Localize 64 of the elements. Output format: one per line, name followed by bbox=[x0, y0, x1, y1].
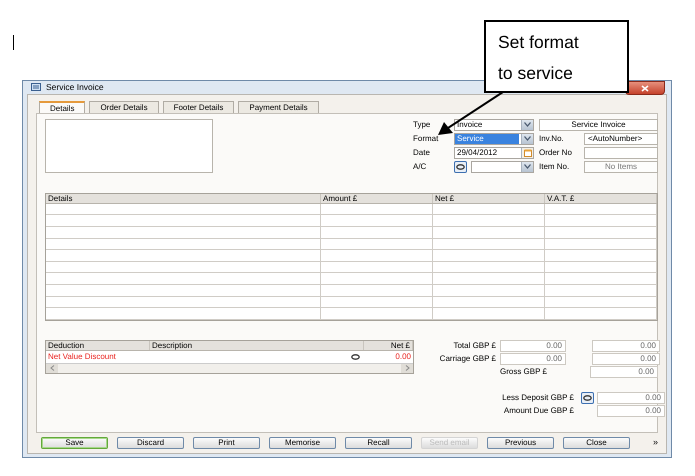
field-label: Date bbox=[413, 146, 431, 159]
text-field[interactable] bbox=[584, 146, 658, 159]
text-field[interactable]: <AutoNumber> bbox=[584, 132, 658, 145]
button[interactable]: Previous bbox=[487, 436, 554, 449]
horizontal-scrollbar[interactable] bbox=[46, 362, 413, 373]
field-label: A/C bbox=[413, 160, 428, 173]
amount-field: 0.00 bbox=[500, 340, 566, 352]
overflow-icon[interactable]: » bbox=[653, 436, 658, 450]
field-label: Inv.No. bbox=[539, 132, 565, 145]
amount-field: 0.00 bbox=[597, 405, 665, 418]
calendar-button[interactable] bbox=[521, 148, 533, 158]
column-header: Description bbox=[150, 340, 364, 350]
column-header: Net £ bbox=[433, 194, 545, 203]
window-icon bbox=[31, 83, 41, 92]
text-cursor bbox=[13, 35, 14, 50]
field-label: Type bbox=[413, 118, 432, 131]
column-header: V.A.T. £ bbox=[545, 194, 657, 203]
invoice-type-field: Service Invoice bbox=[539, 118, 658, 131]
button[interactable]: Close bbox=[563, 436, 630, 449]
total-label: Gross GBP £ bbox=[500, 366, 548, 378]
column-header: Details bbox=[46, 194, 321, 203]
amount-field: 0.00 bbox=[592, 340, 660, 352]
button[interactable]: Save bbox=[41, 436, 108, 449]
scroll-left-icon[interactable] bbox=[50, 364, 54, 371]
callout-text: Set format to service bbox=[484, 20, 629, 93]
dropdown-button[interactable] bbox=[521, 120, 533, 130]
lookup-button[interactable] bbox=[454, 160, 467, 173]
amount-field: 0.00 bbox=[590, 366, 658, 378]
button[interactable]: Recall bbox=[345, 436, 412, 449]
window-title: Service Invoice bbox=[46, 81, 104, 94]
field-label: Order No bbox=[539, 146, 573, 159]
tab[interactable]: Payment Details bbox=[238, 100, 319, 113]
field-label: Format bbox=[413, 132, 440, 145]
dropdown-button[interactable] bbox=[521, 134, 533, 144]
column-header: Deduction bbox=[46, 340, 150, 350]
tab[interactable]: Footer Details bbox=[162, 100, 234, 113]
close-button[interactable] bbox=[625, 81, 665, 95]
date-field[interactable]: 29/04/2012 bbox=[454, 146, 534, 159]
table-cell-text: 0.00 bbox=[394, 350, 412, 363]
total-label: Total GBP £ bbox=[452, 340, 497, 352]
dropdown-field[interactable]: Service bbox=[454, 132, 534, 145]
total-label: Amount Due GBP £ bbox=[502, 405, 575, 418]
tab[interactable]: Details bbox=[39, 100, 86, 114]
close-icon bbox=[641, 84, 649, 92]
table-cell-text: Net Value Discount bbox=[47, 350, 117, 363]
dropdown-field[interactable] bbox=[471, 160, 534, 173]
lookup-icon[interactable] bbox=[351, 354, 360, 360]
button[interactable]: Print bbox=[193, 436, 260, 449]
amount-field: 0.00 bbox=[592, 353, 660, 366]
scroll-right-icon[interactable] bbox=[404, 364, 410, 371]
total-label: Carriage GBP £ bbox=[438, 353, 497, 366]
amount-field: 0.00 bbox=[597, 392, 665, 404]
arrow bbox=[438, 91, 504, 135]
button[interactable]: Memorise bbox=[269, 436, 336, 449]
column-header: Amount £ bbox=[321, 194, 433, 203]
total-label: Less Deposit GBP £ bbox=[501, 392, 575, 404]
lookup-button[interactable] bbox=[581, 392, 594, 404]
amount-field: 0.00 bbox=[500, 353, 566, 366]
dropdown-field[interactable]: Invoice bbox=[454, 118, 534, 131]
column-header: Net £ bbox=[364, 340, 413, 350]
tab[interactable]: Order Details bbox=[89, 100, 159, 113]
field-label: Item No. bbox=[539, 160, 570, 173]
button[interactable]: Discard bbox=[117, 436, 184, 449]
dropdown-button[interactable] bbox=[521, 162, 533, 172]
